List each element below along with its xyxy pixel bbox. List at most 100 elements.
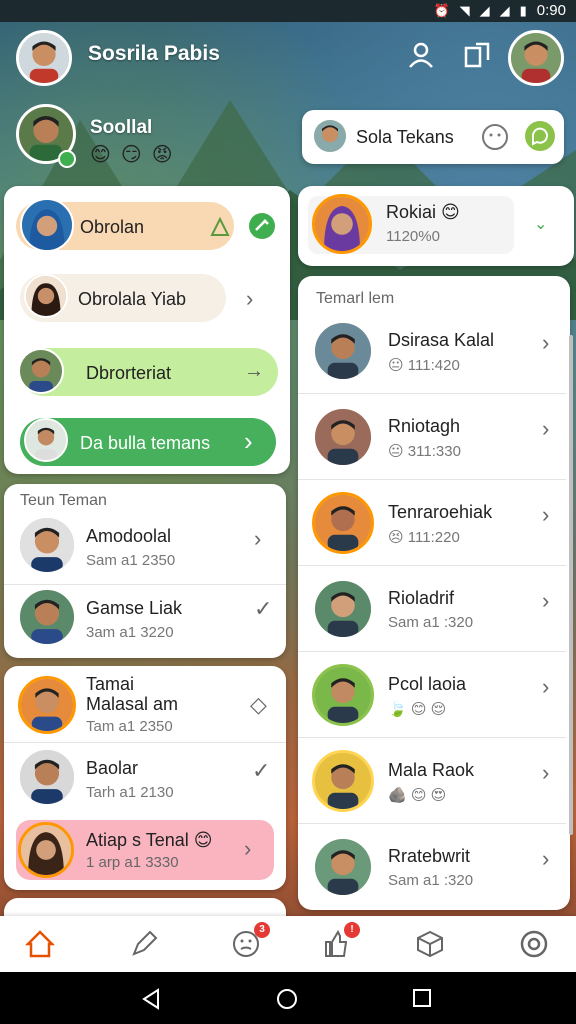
- chip-obrolala[interactable]: Obrolala Yiab: [20, 274, 226, 322]
- signal-icon-2: ◢: [499, 2, 510, 18]
- section-title: Temarl lem: [316, 290, 395, 307]
- chevron-right-icon[interactable]: ›: [542, 588, 549, 614]
- list-item[interactable]: Tamai Malasal am Tam a1 2350 ◇: [4, 672, 286, 742]
- friend-sub: Tarh a1 2130: [86, 784, 174, 801]
- friend-sub: 1 arp a1 3330: [86, 854, 179, 871]
- list-item[interactable]: Tenraroehiak 😣 111:220 ›: [298, 480, 566, 566]
- chevron-right-icon[interactable]: ›: [542, 674, 549, 700]
- user-avatar[interactable]: [16, 30, 72, 86]
- profile-icon[interactable]: [406, 40, 436, 70]
- chip-avatar: [20, 198, 74, 252]
- chip-avatar-3: [18, 348, 64, 394]
- friend-name: Rioladrif: [388, 588, 455, 608]
- friend-avatar: [312, 836, 374, 898]
- friend-avatar: [18, 676, 76, 734]
- friend-avatar: [312, 750, 374, 812]
- chevron-right-icon-white: ›: [244, 426, 253, 456]
- posts-nav-item[interactable]: !: [320, 922, 360, 960]
- friend-avatar: [18, 822, 74, 878]
- compose-icon[interactable]: [248, 212, 276, 240]
- friend-sub: 😐 111:420: [388, 357, 460, 374]
- friend-avatar: [18, 588, 76, 646]
- friend-sub: 😐 311:330: [388, 443, 461, 460]
- list-item[interactable]: Rratebwrit Sam a1 :320 ›: [298, 824, 566, 910]
- chip-dbrorteriat[interactable]: Dbrorteriat →: [18, 348, 278, 396]
- chevron-right-icon[interactable]: ›: [246, 286, 253, 312]
- chevron-right-icon[interactable]: ›: [254, 526, 261, 552]
- friend-name: Amodoolal: [86, 526, 172, 546]
- chevron-right-icon[interactable]: ›: [542, 330, 549, 356]
- home-icon[interactable]: [24, 928, 56, 960]
- friend-sub: 3am a1 3220: [86, 624, 174, 641]
- chip-label: Obrolan: [80, 217, 145, 237]
- friends-section-2: Tamai Malasal am Tam a1 2350 ◇ Baolar Ta…: [4, 666, 286, 890]
- check-icon[interactable]: ✓: [254, 596, 272, 622]
- friend-name: Rratebwrit: [388, 846, 471, 866]
- chevron-right-icon[interactable]: ›: [542, 502, 549, 528]
- chat-bubble-icon[interactable]: [524, 120, 556, 152]
- target-icon[interactable]: [518, 928, 550, 960]
- recents-icon[interactable]: [412, 988, 432, 1008]
- diamond-icon[interactable]: ◇: [250, 692, 267, 718]
- chat-menu-panel: Obrolan Obrolala Yiab › Dbrorteriat → Da…: [4, 186, 290, 474]
- friend-avatar: [312, 320, 374, 382]
- highlighted-item[interactable]: Atiap s Tenal 😊 1 arp a1 3330 ›: [16, 820, 274, 880]
- emoji-nav-item[interactable]: 3: [230, 922, 270, 960]
- friend-avatar: [312, 578, 374, 640]
- friend-avatar: [18, 748, 76, 806]
- featured-contact-card[interactable]: Rokiai 😊 1120%0 ⌄: [298, 186, 574, 266]
- emoji-2: 😏: [120, 144, 142, 166]
- edit-icon[interactable]: [128, 928, 160, 960]
- chip-avatar-4: [24, 418, 68, 462]
- friends-section: Teun Teman Amodoolal Sam a1 2350 › Gamse…: [4, 484, 286, 658]
- featured-avatar: [312, 194, 372, 254]
- friend-name: Gamse Liak: [86, 598, 183, 618]
- contact-card-label: Sola Tekans: [356, 127, 454, 147]
- leaf-icon: [210, 216, 230, 236]
- arrow-right-icon: →: [244, 360, 264, 382]
- section-title: Teun Teman: [20, 492, 107, 509]
- header-user-name: Sosrila Pabis: [88, 42, 220, 65]
- back-icon[interactable]: [140, 988, 162, 1010]
- friend-avatar: [312, 664, 374, 726]
- box-icon[interactable]: [414, 928, 446, 960]
- chevron-right-icon[interactable]: ›: [244, 836, 251, 862]
- list-item[interactable]: Baolar Tarh a1 2130 ✓: [4, 744, 286, 812]
- scrollbar[interactable]: [569, 335, 573, 835]
- home-circle-icon[interactable]: [276, 988, 298, 1010]
- share-icon[interactable]: [462, 40, 492, 70]
- friend-avatar: [312, 406, 374, 468]
- friend-name: Rniotagh: [388, 416, 461, 436]
- contact-card[interactable]: Sola Tekans: [302, 110, 564, 164]
- friend-name: Atiap s Tenal 😊: [86, 830, 213, 850]
- divider: [4, 584, 286, 585]
- list-item[interactable]: Amodoolal Sam a1 2350 ›: [4, 514, 286, 582]
- list-item[interactable]: Rioladrif Sam a1 :320 ›: [298, 566, 566, 652]
- system-nav-bar: [0, 972, 576, 1024]
- friend-sub: Sam a1 :320: [388, 614, 474, 631]
- battery-icon: ▮: [519, 2, 527, 18]
- social-label: Soollal: [90, 117, 153, 138]
- list-item[interactable]: Mala Raok 🪨 😊 😍 ›: [298, 738, 566, 824]
- signal-icon: ◢: [479, 2, 490, 18]
- list-item[interactable]: Dsirasa Kalal 😐 111:420 ›: [298, 308, 566, 394]
- emoji-1: 😊: [90, 144, 111, 166]
- chevron-right-icon[interactable]: ›: [542, 760, 549, 786]
- chevron-down-icon[interactable]: ⌄: [534, 214, 547, 234]
- check-icon[interactable]: ✓: [252, 758, 270, 784]
- chip-obrolan[interactable]: Obrolan: [16, 198, 234, 252]
- chevron-right-icon[interactable]: ›: [542, 846, 549, 872]
- sticker-icon[interactable]: [480, 122, 510, 152]
- divider: [4, 742, 286, 743]
- chevron-right-icon[interactable]: ›: [542, 416, 549, 442]
- contact-card-avatar: [312, 118, 348, 154]
- list-item[interactable]: Pcol laoia 🍃 😊 😌 ›: [298, 652, 566, 738]
- social-emojis: 😊 😏 😡: [90, 142, 173, 167]
- notification-badge-2: !: [344, 922, 360, 938]
- featured-sub: 1120%0: [386, 228, 440, 245]
- friend-avatar-top[interactable]: [508, 30, 564, 86]
- chip-da-bulla[interactable]: Da bulla temans ›: [20, 418, 276, 466]
- list-item[interactable]: Gamse Liak 3am a1 3220 ✓: [4, 586, 286, 654]
- list-item[interactable]: Rniotagh 😐 311:330 ›: [298, 394, 566, 480]
- chip-avatar-2: [24, 274, 68, 318]
